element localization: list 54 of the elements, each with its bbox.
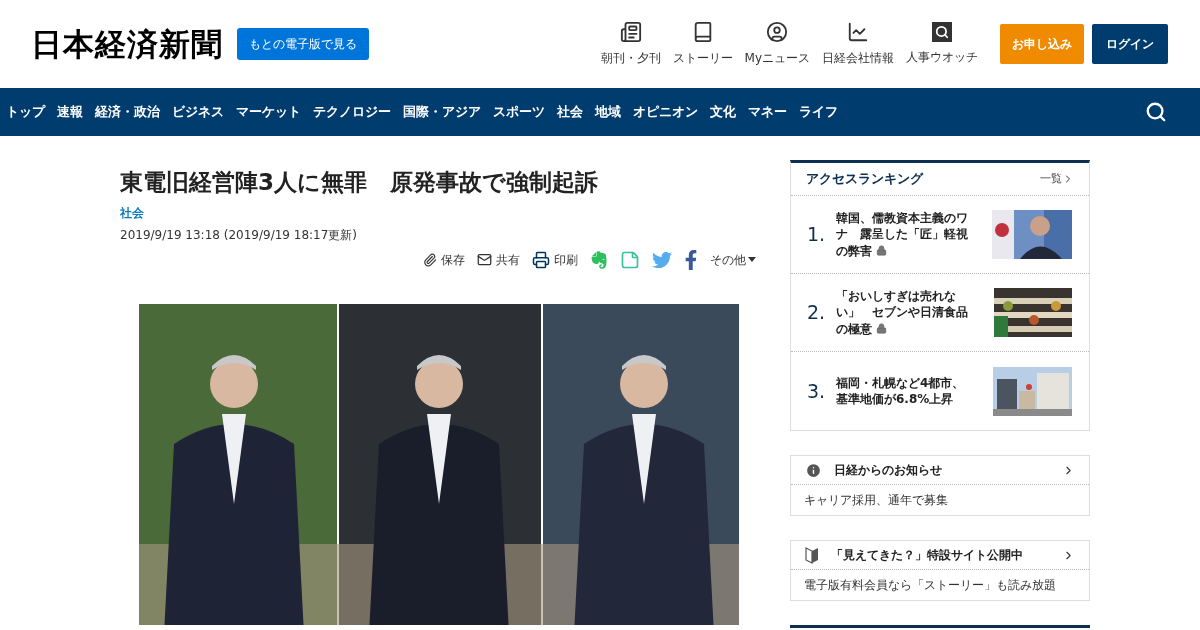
chart-icon: [847, 21, 869, 43]
share-link[interactable]: 共有: [477, 250, 520, 269]
rank-number: 3.: [807, 378, 827, 404]
newspaper-icon: [619, 21, 642, 43]
nav-link[interactable]: ビジネス: [172, 102, 224, 122]
ranking-item[interactable]: 2. 「おいしすぎは売れない」 セブンや日清食品の極意: [791, 274, 1089, 352]
nav-link[interactable]: マネー: [748, 102, 787, 122]
facebook-icon[interactable]: [684, 249, 698, 270]
rank-number: 2.: [807, 300, 827, 326]
nav-link[interactable]: トップ: [6, 102, 45, 122]
notice-text[interactable]: キャリア採用、通年で募集: [791, 485, 1089, 515]
header-link[interactable]: 朝刊・夕刊: [594, 21, 667, 67]
notice-text[interactable]: 電子版有料会員なら「ストーリー」も読み放題: [791, 570, 1089, 600]
nav-link[interactable]: 文化: [710, 102, 736, 122]
nav-link[interactable]: ライフ: [799, 102, 838, 122]
ranking-headline: 福岡・札幌など4都市、基準地価が6.8%上昇: [836, 375, 965, 406]
notice-title[interactable]: 日経からのお知らせ: [834, 461, 942, 479]
login-button[interactable]: ログイン: [1092, 24, 1168, 64]
rank-number: 1.: [807, 222, 827, 248]
nav-link[interactable]: テクノロジー: [313, 102, 391, 122]
more-link[interactable]: その他: [710, 250, 756, 269]
edition-button[interactable]: もとの電子版で見る: [237, 28, 369, 60]
save-link[interactable]: 保存: [423, 250, 465, 269]
category-link[interactable]: 社会: [120, 203, 760, 222]
ranking-title: アクセスランキング: [806, 170, 923, 189]
nav-link[interactable]: オピニオン: [633, 102, 698, 122]
paperclip-icon: [423, 252, 437, 267]
ranking-item[interactable]: 1. 韓国、儒教資本主義のワナ 露呈した「匠」軽視の弊害: [791, 196, 1089, 274]
nav-link[interactable]: 国際・アジア: [403, 102, 481, 122]
caret-icon: [748, 257, 756, 263]
nav-link[interactable]: 速報: [57, 102, 83, 122]
header-link[interactable]: 人事ウオッチ: [900, 22, 984, 66]
search-icon: [932, 22, 952, 42]
logo[interactable]: 日本経済新聞: [31, 20, 223, 68]
printer-icon: [532, 250, 550, 269]
search-icon[interactable]: [1145, 101, 1167, 123]
article-date: 2019/9/19 13:18 (2019/9/19 18:17更新): [120, 226, 359, 244]
nav-link[interactable]: マーケット: [236, 102, 301, 122]
more-link[interactable]: 一覧: [1040, 170, 1074, 188]
info-icon: [805, 461, 822, 479]
nav-link[interactable]: 経済・政治: [95, 102, 160, 122]
notice-title[interactable]: 「見えてきた？」特設サイト公開中: [831, 546, 1023, 564]
nav-link[interactable]: 地域: [595, 102, 621, 122]
nav-link[interactable]: 社会: [557, 102, 583, 122]
article-title: 東電旧経営陣3人に無罪 原発事故で強制起訴: [120, 168, 599, 197]
user-icon: [766, 21, 789, 43]
header-link[interactable]: 日経会社情報: [816, 21, 900, 67]
print-link[interactable]: 印刷: [532, 250, 578, 269]
header-link[interactable]: Myニュース: [738, 21, 816, 67]
ranking-headline: 韓国、儒教資本主義のワナ 露呈した「匠」軽視の弊害: [836, 211, 968, 258]
ranking-headline: 「おいしすぎは売れない」 セブンや日清食品の極意: [836, 289, 968, 336]
nav-link[interactable]: スポーツ: [493, 102, 545, 122]
header-link[interactable]: ストーリー: [666, 21, 739, 67]
mail-icon: [477, 252, 492, 268]
